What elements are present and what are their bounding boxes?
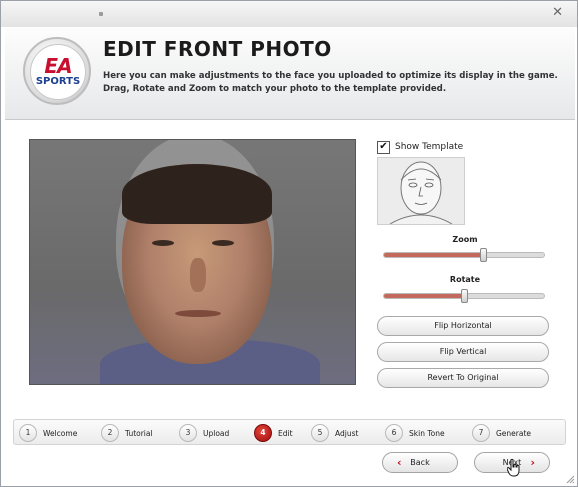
hand-pointer-icon (507, 459, 520, 477)
step-label: Edit (278, 428, 293, 438)
zoom-slider-thumb[interactable] (480, 248, 488, 262)
resize-grip-icon[interactable] (565, 474, 575, 484)
ea-sports-logo: EA SPORTS (23, 37, 91, 105)
photo-left-eye (152, 240, 174, 246)
step-label: Skin Tone (409, 428, 445, 438)
step-label: Upload (203, 428, 230, 438)
back-button-label: Back (410, 458, 430, 467)
page-title: EDIT FRONT PHOTO (103, 37, 332, 61)
step-number: 2 (101, 424, 119, 442)
wizard-steps: 1 Welcome 2 Tutorial 3 Upload 4 Edit 5 A… (13, 419, 566, 445)
app-window: ✕ EA SPORTS EDIT FRONT PHOTO Here you ca… (0, 0, 578, 487)
photo-hair (122, 164, 272, 224)
photo-right-eye (212, 240, 234, 246)
step-number: 5 (311, 424, 329, 442)
step-label: Tutorial (125, 428, 153, 438)
zoom-slider-fill (384, 253, 484, 257)
step-number: 1 (19, 424, 37, 442)
logo-ea-text: EA (44, 54, 72, 78)
flip-horizontal-button[interactable]: Flip Horizontal (377, 316, 549, 336)
step-number: 4 (254, 424, 272, 442)
rotate-label: Rotate (449, 275, 481, 284)
revert-to-original-button[interactable]: Revert To Original (377, 368, 549, 388)
rotate-slider-thumb[interactable] (461, 289, 468, 303)
template-thumbnail (377, 157, 465, 225)
check-icon[interactable]: ✔ (377, 140, 390, 154)
step-edit[interactable]: 4 Edit (254, 423, 293, 443)
rotate-slider[interactable] (383, 289, 545, 303)
close-icon[interactable]: ✕ (552, 5, 563, 20)
step-number: 3 (179, 424, 197, 442)
flip-vertical-button[interactable]: Flip Vertical (377, 342, 549, 362)
step-welcome[interactable]: 1 Welcome (19, 423, 77, 443)
chevron-right-icon: › (530, 456, 535, 469)
step-number: 6 (385, 424, 403, 442)
step-upload[interactable]: 3 Upload (179, 423, 229, 443)
page-description: Here you can make adjustments to the fac… (103, 71, 558, 94)
zoom-slider[interactable] (383, 248, 545, 262)
header: EA SPORTS EDIT FRONT PHOTO Here you can … (5, 27, 575, 120)
title-bar-dot (99, 12, 103, 16)
step-number: 7 (472, 424, 490, 442)
photo-edit-canvas[interactable] (29, 139, 356, 385)
photo-nose (190, 258, 206, 292)
step-skin-tone[interactable]: 6 Skin Tone (385, 423, 445, 443)
logo-sports-text: SPORTS (35, 76, 81, 87)
show-template-label: Show Template (395, 142, 464, 152)
step-label: Welcome (43, 428, 78, 438)
edit-controls-panel: ✔ Show Template Zoom Rotate Flip Horizon… (377, 139, 553, 389)
step-tutorial[interactable]: 2 Tutorial (101, 423, 153, 443)
zoom-label: Zoom (452, 235, 478, 244)
step-generate[interactable]: 7 Generate (472, 423, 531, 443)
step-label: Generate (496, 428, 532, 438)
show-template-row[interactable]: ✔ Show Template (377, 139, 463, 155)
step-label: Adjust (335, 428, 359, 438)
title-bar[interactable]: ✕ (1, 1, 577, 27)
rotate-slider-fill (384, 294, 464, 298)
back-button[interactable]: ‹ Back (382, 452, 458, 473)
photo-mouth (175, 310, 221, 317)
step-adjust[interactable]: 5 Adjust (311, 423, 358, 443)
